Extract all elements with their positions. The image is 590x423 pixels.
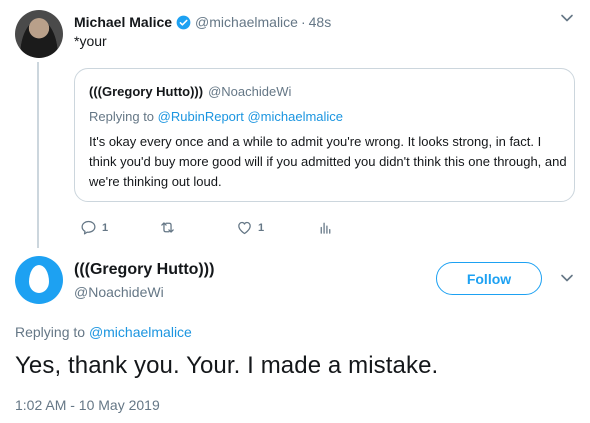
chevron-down-icon[interactable] bbox=[560, 11, 574, 25]
replying-prefix: Replying to bbox=[89, 109, 155, 124]
tweet-header: Michael Malice @michaelmalice · 48s bbox=[74, 12, 331, 32]
replying-to: Replying to @michaelmalice bbox=[15, 324, 192, 340]
replying-to-link[interactable]: @michaelmalice bbox=[89, 324, 192, 340]
egg-icon bbox=[29, 265, 49, 293]
tweet-text: *your bbox=[74, 33, 107, 49]
replying-to-link[interactable]: @RubinReport @michaelmalice bbox=[158, 109, 343, 124]
handle[interactable]: @NoachideWi bbox=[74, 284, 164, 300]
handle[interactable]: @michaelmalice bbox=[195, 14, 298, 30]
retweet-button[interactable] bbox=[159, 219, 181, 236]
reply-button[interactable]: 1 bbox=[80, 219, 108, 236]
reply-icon bbox=[81, 220, 96, 235]
like-button[interactable]: 1 bbox=[236, 219, 264, 236]
avatar[interactable] bbox=[15, 256, 63, 304]
like-icon bbox=[238, 221, 251, 235]
like-count: 1 bbox=[258, 221, 265, 234]
follow-button[interactable]: Follow bbox=[436, 262, 542, 295]
verified-icon bbox=[176, 15, 191, 29]
chevron-down-icon[interactable] bbox=[560, 271, 574, 285]
tweet-text: Yes, thank you. Your. I made a mistake. bbox=[15, 352, 439, 379]
quoted-text: It's okay every once and a while to admi… bbox=[89, 134, 567, 189]
analytics-button[interactable] bbox=[317, 219, 334, 236]
analytics-icon bbox=[320, 222, 331, 234]
quoted-tweet[interactable]: (((Gregory Hutto))) @NoachideWi Replying… bbox=[74, 68, 575, 202]
display-name[interactable]: Michael Malice bbox=[74, 14, 172, 30]
quoted-replying-to: Replying to @RubinReport @michaelmalice bbox=[89, 109, 343, 124]
replying-prefix: Replying to bbox=[15, 324, 86, 340]
quoted-display-name: (((Gregory Hutto))) bbox=[89, 84, 204, 99]
thread-line bbox=[37, 62, 39, 248]
avatar[interactable] bbox=[15, 10, 63, 58]
quoted-header: (((Gregory Hutto))) @NoachideWi bbox=[89, 84, 291, 99]
timestamp[interactable]: 48s bbox=[309, 14, 332, 30]
reply-count: 1 bbox=[102, 221, 109, 234]
separator: · bbox=[300, 14, 306, 30]
timestamp[interactable]: 1:02 AM - 10 May 2019 bbox=[15, 397, 160, 413]
quoted-handle: @NoachideWi bbox=[208, 84, 292, 99]
display-name[interactable]: (((Gregory Hutto))) bbox=[74, 261, 214, 279]
retweet-icon bbox=[161, 222, 174, 233]
